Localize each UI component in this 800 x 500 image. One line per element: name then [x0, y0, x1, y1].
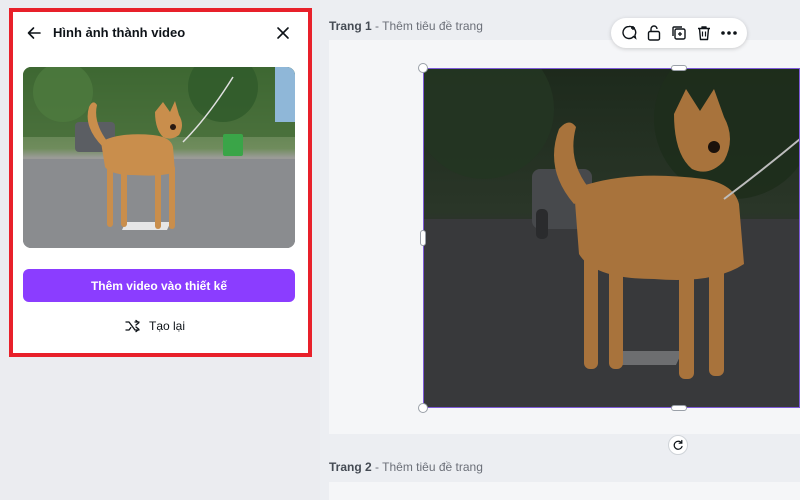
element-toolbar: [611, 18, 747, 48]
panel-header: Hình ảnh thành video: [13, 12, 308, 56]
selection-frame: [423, 68, 800, 408]
add-video-to-design-button[interactable]: Thêm video vào thiết kế: [23, 269, 295, 302]
delete-button[interactable]: [693, 22, 715, 44]
page-2-title-input[interactable]: Thêm tiêu đề trang: [382, 460, 483, 474]
back-button[interactable]: [23, 22, 45, 44]
more-icon: [720, 31, 737, 35]
page-2-label: Trang 2 - Thêm tiêu đề trang: [329, 460, 483, 474]
comment-plus-icon: [622, 25, 638, 40]
page-2-number: Trang 2: [329, 460, 372, 474]
duplicate-button[interactable]: [668, 22, 690, 44]
resize-handle-top[interactable]: [671, 65, 687, 71]
editor-canvas-area: Trang 1 - Thêm tiêu đề trang Trang 2 - T…: [320, 0, 800, 500]
page-1-label: Trang 1 - Thêm tiêu đề trang: [329, 19, 483, 33]
page-2-canvas[interactable]: [329, 482, 800, 500]
add-comment-button[interactable]: [618, 22, 640, 44]
regenerate-button[interactable]: Tạo lại: [125, 316, 185, 336]
page-1-title-input[interactable]: Thêm tiêu đề trang: [382, 19, 483, 33]
arrow-left-icon: [27, 27, 41, 39]
page-1-number: Trang 1: [329, 19, 372, 33]
duplicate-icon: [672, 26, 686, 40]
resize-handle-bottom[interactable]: [671, 405, 687, 411]
generated-video-thumbnail[interactable]: [23, 67, 295, 248]
lock-icon: [647, 25, 661, 41]
more-options-button[interactable]: [718, 22, 740, 44]
regenerate-label: Tạo lại: [149, 319, 186, 333]
image-to-video-panel: Hình ảnh thành video Thêm video vào thiế…: [9, 8, 312, 357]
close-icon: [277, 27, 289, 39]
resize-handle-top-left[interactable]: [418, 63, 428, 73]
trash-icon: [697, 26, 710, 41]
page-1-separator: -: [371, 19, 383, 33]
panel-title: Hình ảnh thành video: [53, 25, 186, 40]
close-button[interactable]: [272, 22, 294, 44]
page-2-separator: -: [371, 460, 383, 474]
rotate-icon: [673, 439, 683, 450]
lock-button[interactable]: [643, 22, 665, 44]
dog-photo-thumbnail: [23, 67, 295, 248]
rotate-button[interactable]: [668, 435, 688, 455]
resize-handle-left[interactable]: [420, 230, 426, 246]
shuffle-icon: [125, 319, 140, 333]
resize-handle-bottom-left[interactable]: [418, 403, 428, 413]
